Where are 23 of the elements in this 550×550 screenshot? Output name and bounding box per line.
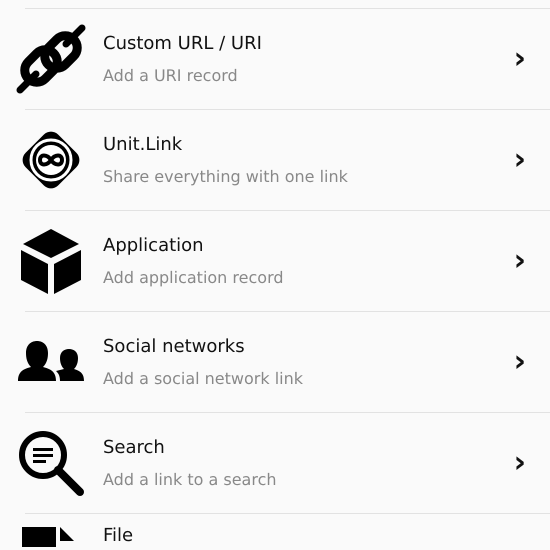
item-title: Social networks [103, 336, 246, 356]
list-item[interactable]: Unit.Link Share everything with one link › [0, 109, 550, 210]
item-title: Custom URL / URI [103, 32, 263, 54]
item-title: Unit.Link [103, 134, 184, 154]
item-subtitle: Add a social network link [103, 368, 304, 388]
list-item[interactable]: Search Add a link to a search › [0, 412, 550, 513]
item-title: File [103, 525, 134, 546]
chevron-icon: › [514, 346, 526, 376]
item-title: Application [103, 234, 205, 256]
list-item[interactable]: Application Add application record › [0, 210, 550, 311]
list-item[interactable]: Social networks Add a social network link › [0, 311, 550, 412]
item-title: Search [103, 436, 166, 458]
chain-link-icon [16, 24, 86, 94]
item-subtitle: Add a link to a search [103, 470, 278, 488]
chevron-icon: › [514, 448, 526, 478]
chevron-icon: › [514, 246, 526, 276]
item-subtitle: Share everything with one link [103, 166, 349, 186]
list-item[interactable]: File [0, 513, 550, 550]
item-subtitle: Add application record [103, 268, 285, 286]
chevron-icon: › [514, 44, 526, 74]
item-subtitle: Add a URI record [103, 66, 239, 84]
chevron-icon: › [514, 144, 526, 174]
list-item[interactable]: Custom URL / URI Add a URI record › [0, 8, 550, 109]
